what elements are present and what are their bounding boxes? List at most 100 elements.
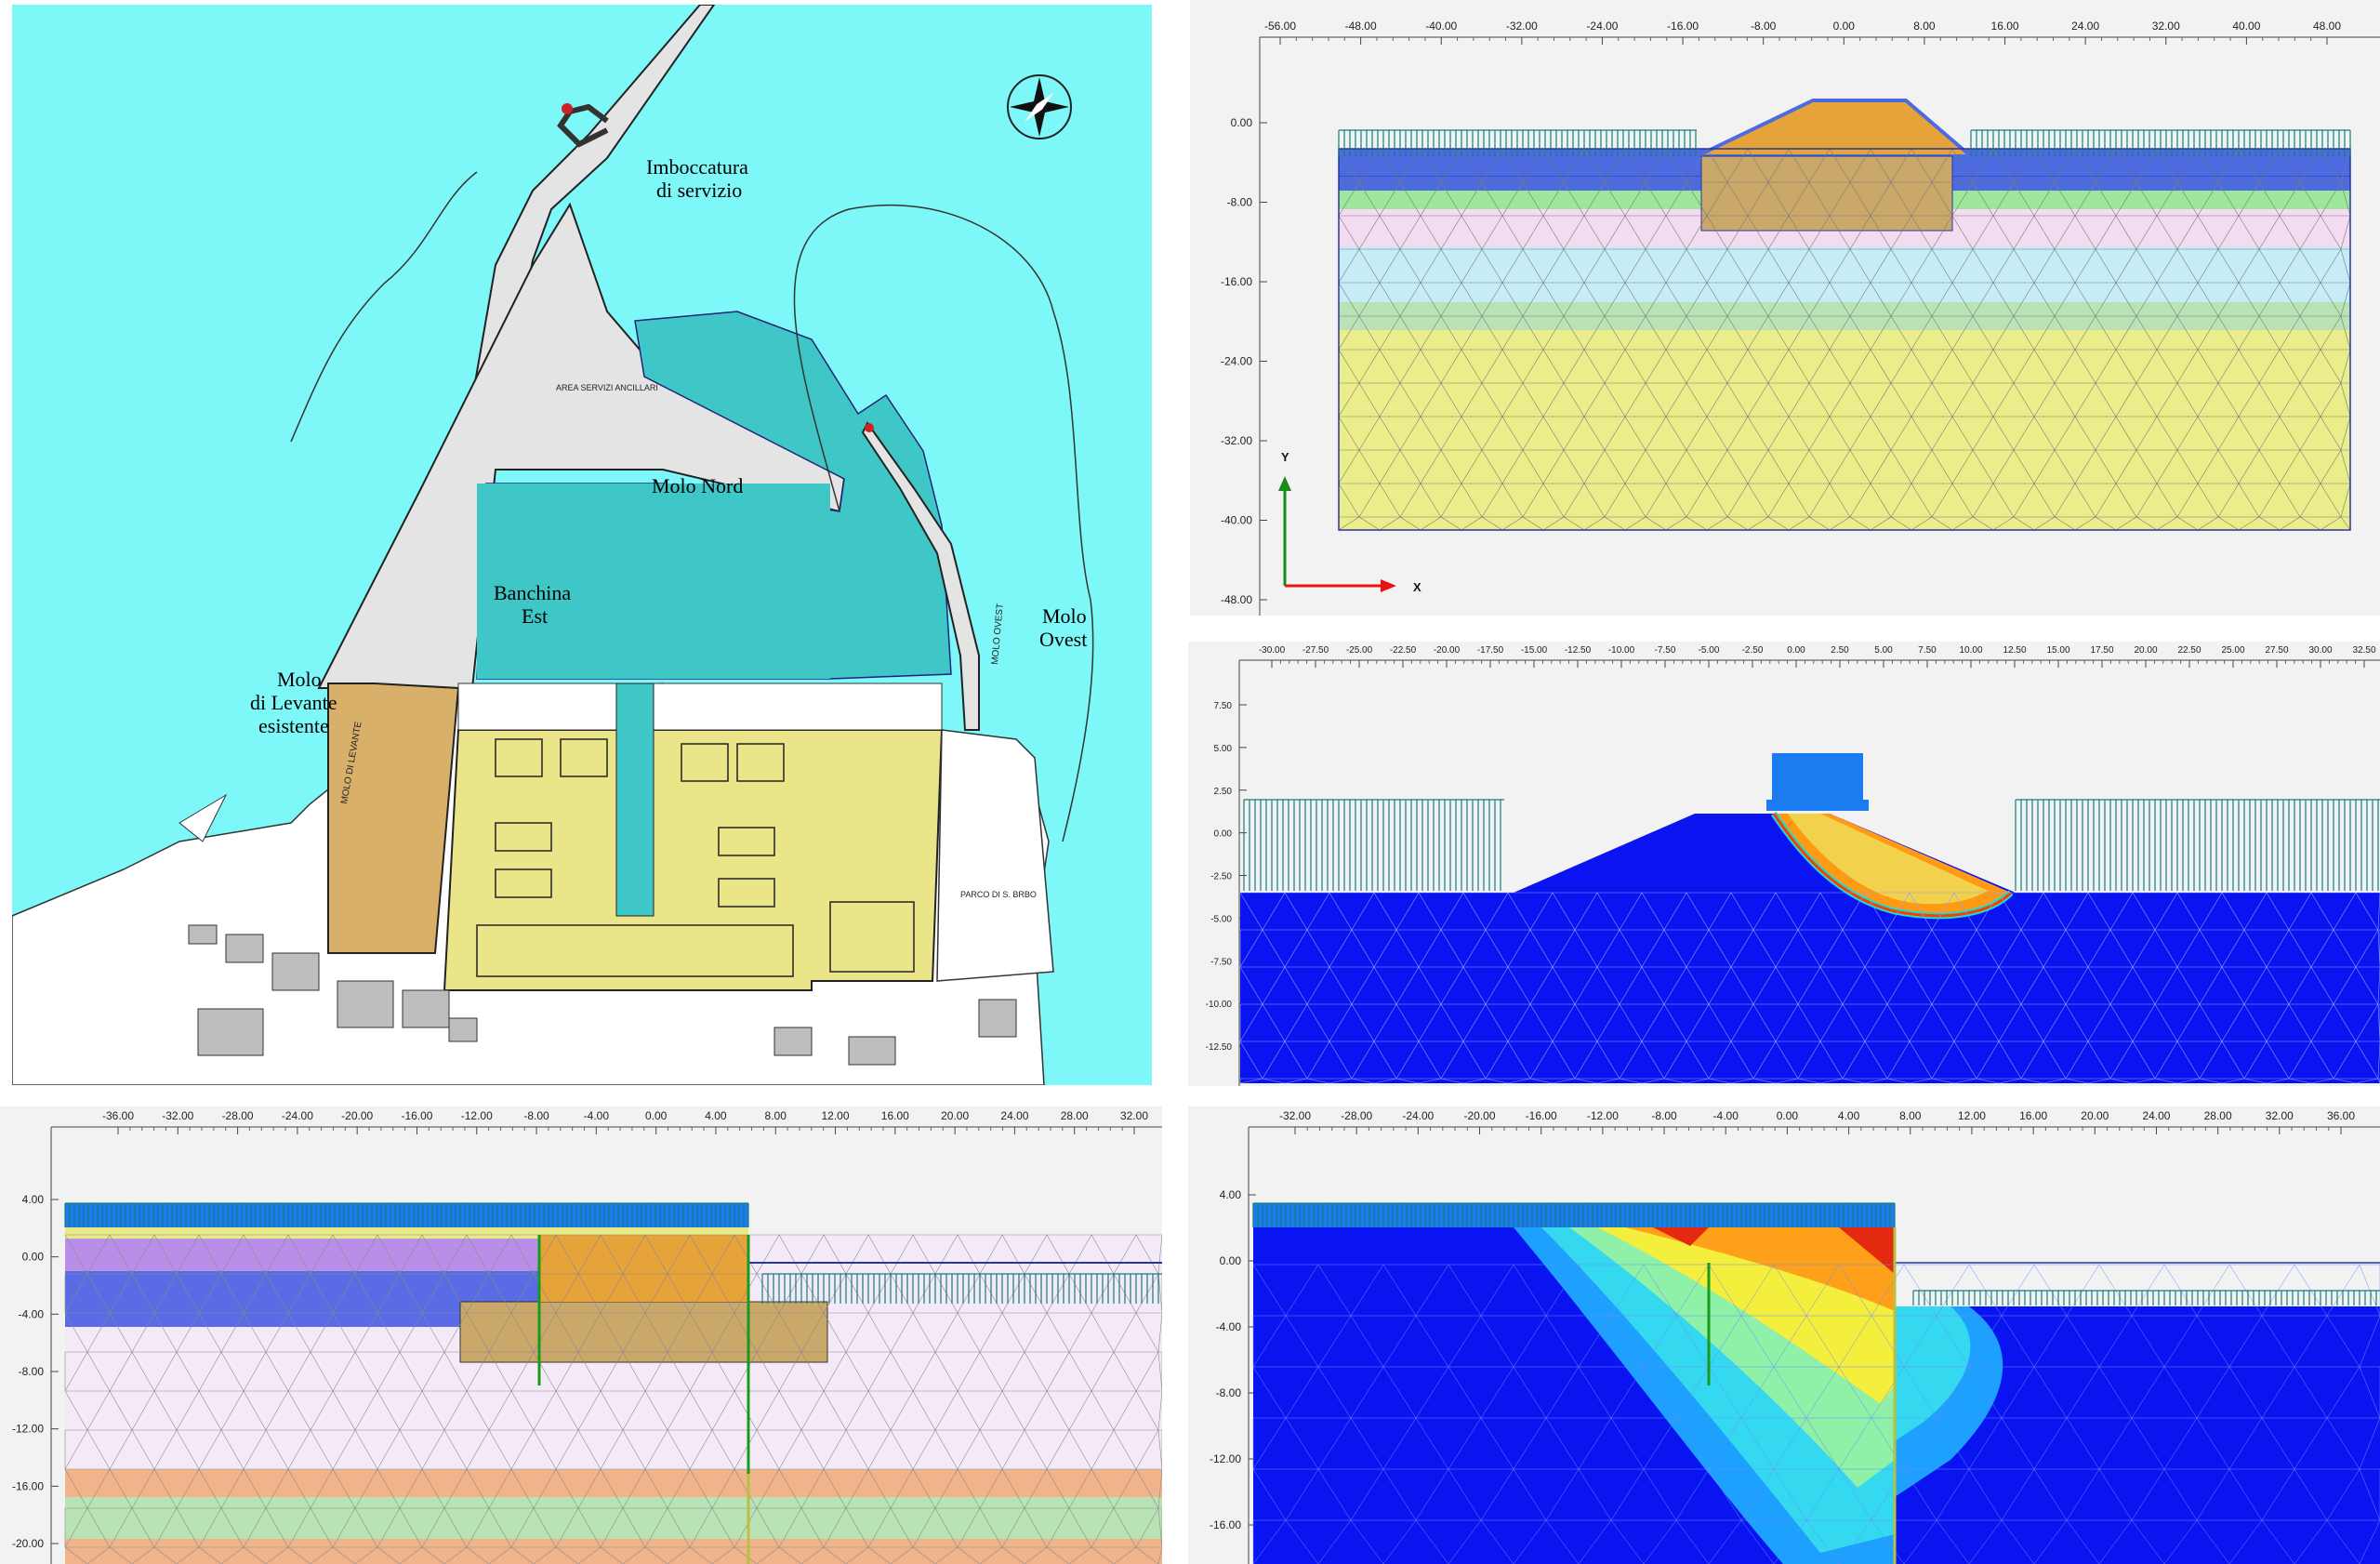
y-tick-label: -16.00 [1210, 1518, 1241, 1531]
y-tick-label: -8.00 [1227, 196, 1253, 209]
x-tick-label: 30.00 [2308, 645, 2332, 656]
label-molo-ovest-2: Ovest [1039, 628, 1087, 651]
x-tick-label: -12.50 [1565, 645, 1592, 656]
y-tick-label: 2.50 [1214, 787, 1233, 797]
fem-model-embankment: -56.00 -48.00 -40.00 -32.00 -24.00 -16.00 -8.0… [1190, 0, 2380, 616]
y-tick-label: 5.00 [1214, 744, 1233, 754]
x-tick-label: -40.00 [1425, 20, 1457, 33]
label-area-servizi: AREA SERVIZI ANCILLARI [556, 383, 658, 392]
compass-rose-icon [1007, 74, 1072, 139]
y-tick-label: -8.00 [1216, 1386, 1242, 1399]
y-tick-label: -10.00 [1206, 1000, 1233, 1010]
y-tick-label: -16.00 [1221, 275, 1252, 288]
fem-embankment-drawing: -56.00 -48.00 -40.00 -32.00 -24.00 -16.00 -8.0… [1190, 0, 2380, 616]
x-tick-label: -15.00 [1521, 645, 1548, 656]
x-tick-label: 16.00 [2019, 1109, 2047, 1122]
x-tick-label: 0.00 [645, 1109, 668, 1122]
x-tick-label: -24.00 [282, 1109, 313, 1122]
x-tick-label: 20.00 [2134, 645, 2157, 656]
axis-y-label: Y [1281, 450, 1289, 464]
x-tick-label: 20.00 [2081, 1109, 2109, 1122]
x-tick-label: 28.00 [2204, 1109, 2232, 1122]
x-tick-label: 12.00 [822, 1109, 850, 1122]
label-molo-ovest-1: Molo [1042, 604, 1087, 628]
x-tick-label: 0.00 [1787, 645, 1805, 656]
y-tick-label: -4.00 [19, 1307, 45, 1320]
x-tick-label: -20.00 [341, 1109, 373, 1122]
y-tick-label: -5.00 [1210, 914, 1232, 924]
x-tick-label: 10.00 [1959, 645, 1982, 656]
x-tick-label: -24.00 [1402, 1109, 1434, 1122]
x-tick-label: -4.00 [584, 1109, 610, 1122]
y-tick-label: 4.00 [1220, 1188, 1242, 1201]
x-tick-label: -27.50 [1302, 645, 1329, 656]
y-tick-label: 7.50 [1214, 701, 1233, 711]
y-tick-label: 4.00 [22, 1193, 45, 1206]
x-tick-label: 8.00 [765, 1109, 787, 1122]
x-tick-label: 8.00 [1899, 1109, 1922, 1122]
y-tick-label: 0.00 [1214, 829, 1233, 840]
port-map: Imboccatura di servizio Molo Nord Banchi… [12, 5, 1152, 1085]
fem-result-quay-wall: -32.00 -28.00 -24.00 -20.00 -16.00 -12.00 -8.0… [1188, 1107, 2380, 1564]
x-tick-label: -48.00 [1345, 20, 1377, 33]
x-tick-label: 20.00 [941, 1109, 969, 1122]
y-tick-label: 0.00 [22, 1251, 45, 1264]
label-molo-levante-3: esistente [258, 714, 329, 737]
fem-failure-drawing: -30.00 -27.50 -25.00 -22.50 -20.00 -17.50 -15.… [1188, 642, 2380, 1086]
y-tick-label: -48.00 [1221, 593, 1252, 606]
x-tick-label: -8.00 [523, 1109, 549, 1122]
x-tick-label: 24.00 [1000, 1109, 1028, 1122]
x-tick-label: 36.00 [2327, 1109, 2355, 1122]
x-tick-label: -7.50 [1655, 645, 1676, 656]
x-tick-label: 7.50 [1918, 645, 1937, 656]
port-map-drawing: Imboccatura di servizio Molo Nord Banchi… [12, 5, 1152, 1085]
label-parco: PARCO DI S. BRBO [960, 890, 1037, 899]
x-tick-label: 4.00 [1838, 1109, 1860, 1122]
y-tick-label: -16.00 [12, 1479, 44, 1492]
x-tick-label: -16.00 [1667, 20, 1699, 33]
x-tick-label: -8.00 [1651, 1109, 1677, 1122]
x-tick-label: -16.00 [1526, 1109, 1557, 1122]
y-tick-label: -7.50 [1210, 957, 1232, 967]
label-molo-nord: Molo Nord [652, 474, 743, 497]
label-est: Est [522, 604, 548, 628]
x-tick-label: -22.50 [1390, 645, 1417, 656]
fem-quay-result-drawing: -32.00 -28.00 -24.00 -20.00 -16.00 -12.00 -8.0… [1188, 1107, 2380, 1564]
x-tick-label: 28.00 [1061, 1109, 1089, 1122]
x-tick-label: -32.00 [162, 1109, 193, 1122]
x-tick-label: -36.00 [102, 1109, 134, 1122]
x-tick-label: 12.50 [2003, 645, 2026, 656]
y-tick-label: -24.00 [1221, 355, 1252, 368]
label-banchina: Banchina [494, 581, 571, 604]
x-tick-label: 32.00 [2266, 1109, 2294, 1122]
x-tick-label: 24.00 [2142, 1109, 2170, 1122]
x-tick-label: 48.00 [2313, 20, 2341, 33]
label-molo-levante-1: Molo [277, 668, 322, 691]
x-tick-label: -4.00 [1713, 1109, 1739, 1122]
x-tick-label: 5.00 [1874, 645, 1893, 656]
x-tick-label: -5.00 [1699, 645, 1720, 656]
x-tick-label: 32.00 [1120, 1109, 1148, 1122]
y-tick-label: -20.00 [12, 1537, 44, 1550]
x-tick-label: -10.00 [1608, 645, 1635, 656]
x-tick-label: -24.00 [1586, 20, 1618, 33]
fem-result-failure-surface: -30.00 -27.50 -25.00 -22.50 -20.00 -17.50 -15.… [1188, 642, 2380, 1086]
x-tick-label: -2.50 [1742, 645, 1764, 656]
x-tick-label: 40.00 [2232, 20, 2260, 33]
y-tick-label: -2.50 [1210, 872, 1232, 882]
x-tick-label: 2.50 [1831, 645, 1849, 656]
label-di-servizio: di servizio [656, 179, 742, 202]
y-tick-label: -8.00 [19, 1365, 45, 1378]
x-tick-label: -30.00 [1259, 645, 1286, 656]
x-tick-label: 8.00 [1913, 20, 1936, 33]
x-tick-label: 22.50 [2177, 645, 2201, 656]
x-tick-label: -8.00 [1751, 20, 1777, 33]
x-tick-label: 0.00 [1777, 1109, 1799, 1122]
label-molo-levante-2: di Levante [250, 691, 337, 714]
y-tick-label: 0.00 [1231, 116, 1253, 129]
x-tick-label: 0.00 [1833, 20, 1856, 33]
x-tick-label: -16.00 [401, 1109, 432, 1122]
x-tick-label: 12.00 [1958, 1109, 1986, 1122]
x-tick-label: 32.50 [2352, 645, 2375, 656]
x-tick-label: -12.00 [1587, 1109, 1619, 1122]
